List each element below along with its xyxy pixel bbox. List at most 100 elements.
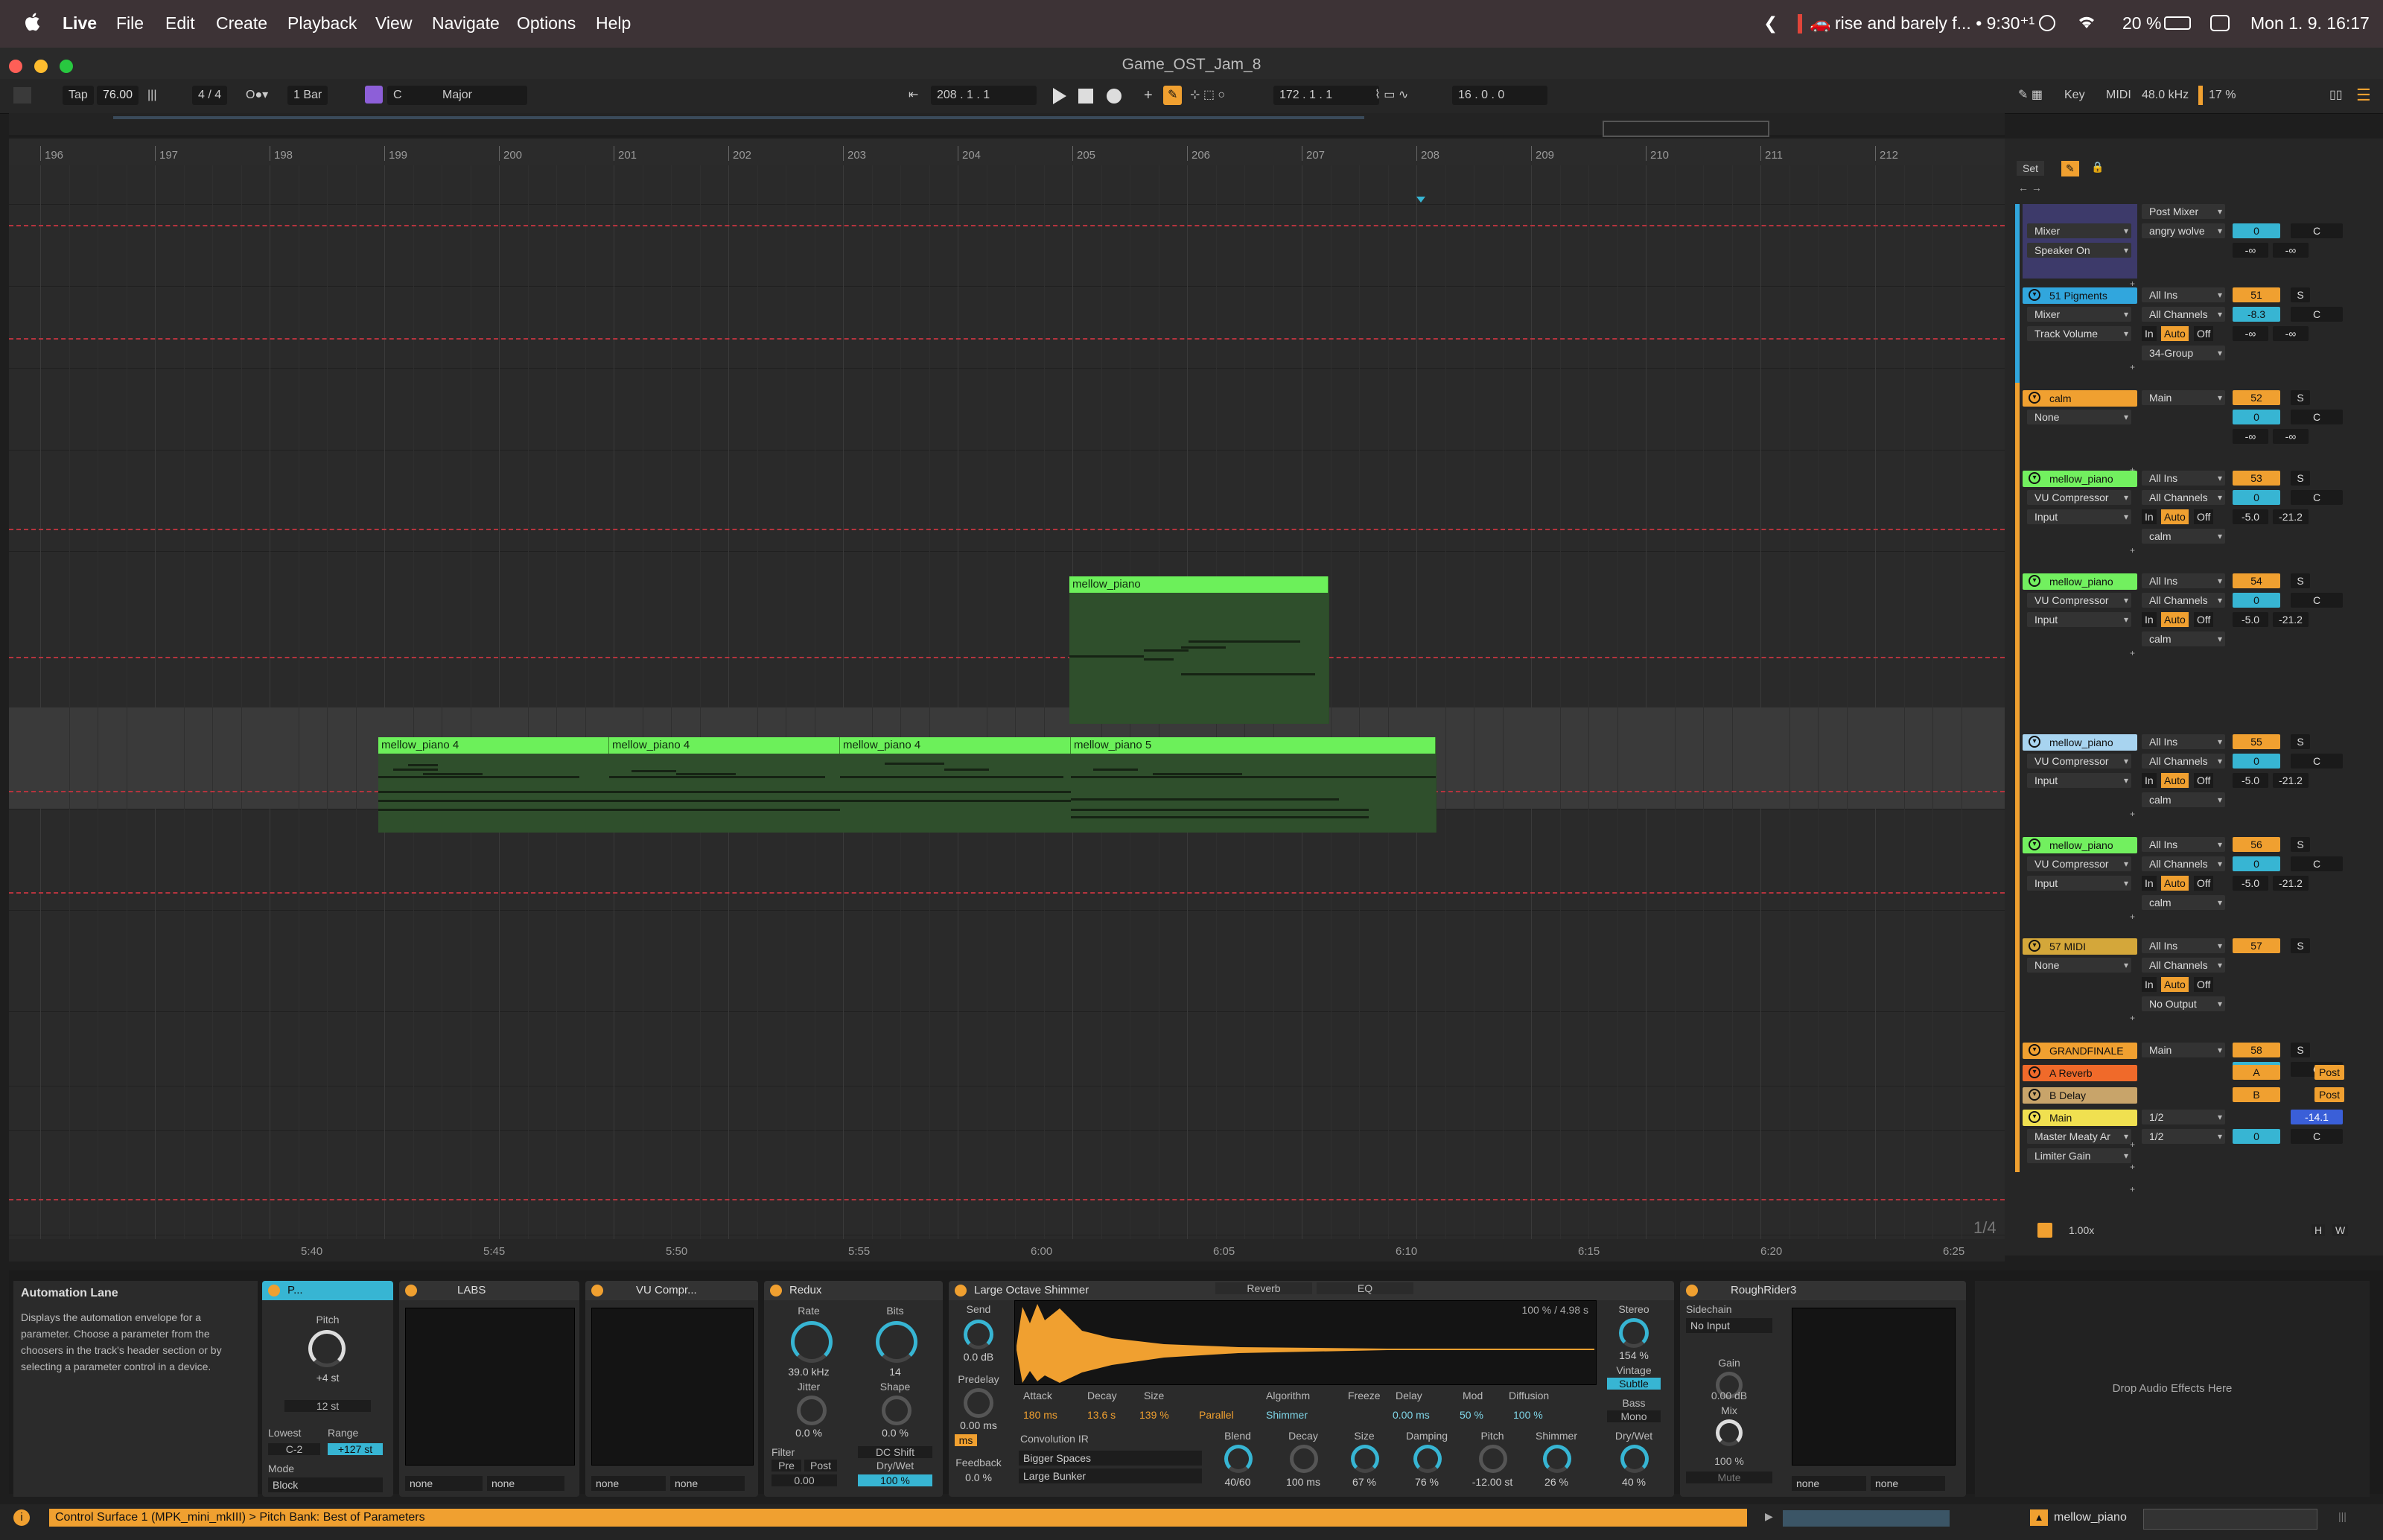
routing-input-dropdown[interactable]: All Ins (2142, 573, 2225, 588)
pan-field[interactable]: C (2291, 223, 2343, 238)
shimmer-knob[interactable] (1543, 1445, 1571, 1473)
add-icon[interactable]: + (2130, 279, 2137, 289)
pitch-knob[interactable] (1479, 1445, 1507, 1473)
bass-button[interactable]: Mono (1607, 1410, 1661, 1422)
device-pitch[interactable]: P... Pitch +4 st 12 st Lowest Range C-2 … (262, 1281, 393, 1497)
routing-input-dropdown[interactable]: All Ins (2142, 938, 2225, 953)
bar-number[interactable]: 200 (503, 149, 522, 162)
solo-button[interactable]: S (2291, 573, 2310, 588)
routing-channel-dropdown[interactable]: All Channels (2142, 958, 2225, 973)
input-monitor-auto-button[interactable]: Auto (2161, 977, 2189, 992)
bar-number[interactable]: 204 (962, 149, 981, 162)
bar-number[interactable]: 201 (618, 149, 637, 162)
input-monitor-in-button[interactable]: In (2142, 326, 2157, 341)
bar-number[interactable]: 211 (1765, 149, 1783, 162)
input-monitor-in-button[interactable]: In (2142, 773, 2157, 788)
key-map-button[interactable]: Key (2064, 86, 2085, 105)
solo-button[interactable]: S (2291, 734, 2310, 749)
routing-output-dropdown[interactable]: No Output (2142, 996, 2225, 1011)
follow-icon[interactable]: ⇤ (909, 86, 918, 105)
track-name[interactable]: ▾ mellow_piano (2023, 837, 2137, 853)
rate-knob[interactable] (791, 1321, 833, 1363)
track-device-dropdown[interactable]: Mixer (2027, 307, 2131, 322)
track-param-dropdown[interactable]: Input (2027, 876, 2131, 891)
add-icon[interactable]: + (2130, 362, 2137, 372)
automation-line[interactable] (9, 338, 2005, 340)
solo-button[interactable]: S (2291, 471, 2310, 486)
add-icon[interactable]: + (2130, 1184, 2137, 1194)
bar-number[interactable]: 206 (1192, 149, 1210, 162)
clip-header[interactable]: mellow_piano 5 (1071, 737, 1436, 754)
track-number[interactable]: 52 (2233, 390, 2280, 405)
automation-line[interactable] (9, 225, 2005, 226)
play-circle-icon[interactable] (2039, 15, 2055, 31)
draw-mode-toggle-icon[interactable]: ✎ (2061, 161, 2079, 176)
track-device-dropdown[interactable]: Master Meaty Ar (2027, 1129, 2131, 1144)
device-header[interactable]: Redux (764, 1281, 943, 1300)
volume-field[interactable]: 0 (2233, 490, 2280, 505)
track-name[interactable]: ▾ Main (2023, 1110, 2137, 1126)
send-knob[interactable] (964, 1320, 993, 1349)
now-playing-text[interactable]: rise and barely f... • 9:30⁺¹ (1835, 13, 2034, 34)
solo-button[interactable]: S (2291, 1043, 2310, 1057)
send-post-button[interactable]: Post (2314, 1065, 2344, 1080)
plugin-display[interactable] (405, 1308, 575, 1466)
zoom-icon[interactable] (2037, 1223, 2052, 1238)
bar-number[interactable]: 198 (274, 149, 293, 162)
routing-output-dropdown[interactable]: calm (2142, 792, 2225, 807)
h-button[interactable]: H (2312, 1224, 2326, 1236)
bar-number[interactable]: 202 (733, 149, 751, 162)
play-icon[interactable] (1051, 88, 1066, 107)
playhead-marker-icon[interactable] (1416, 197, 1425, 203)
bar-number[interactable]: 207 (1306, 149, 1325, 162)
track-param-dropdown[interactable]: Input (2027, 612, 2131, 627)
clock[interactable]: Mon 1. 9. 16:17 (2250, 13, 2370, 34)
arrangement-overview[interactable] (9, 113, 2005, 137)
fold-icon[interactable]: ▾ (2029, 575, 2040, 587)
fold-icon[interactable]: ▾ (2029, 1066, 2040, 1078)
device-redux[interactable]: Redux Rate 39.0 kHz Bits 14 Jitter 0.0 %… (764, 1281, 943, 1497)
time-mark[interactable]: 6:10 (1396, 1245, 1417, 1258)
time-mark[interactable]: 6:20 (1760, 1245, 1782, 1258)
ir-category-dropdown[interactable]: Bigger Spaces (1019, 1451, 1202, 1466)
post-button[interactable]: Post (804, 1460, 837, 1471)
device-header[interactable]: P... (262, 1281, 393, 1300)
time-mark[interactable]: 5:55 (848, 1245, 870, 1258)
track-lane-mellow-53[interactable] (9, 450, 2005, 552)
attack-value[interactable]: 180 ms (1023, 1409, 1057, 1421)
routing-channel-dropdown[interactable]: All Channels (2142, 593, 2225, 608)
mute-button[interactable]: Mute (1686, 1471, 1772, 1483)
pan-field[interactable]: C (2291, 490, 2343, 505)
device-power-icon[interactable] (268, 1285, 280, 1296)
automation-line[interactable] (9, 529, 2005, 530)
track-name[interactable]: ▾ mellow_piano (2023, 471, 2137, 487)
menu-help[interactable]: Help (596, 13, 631, 34)
chevron-left-icon[interactable]: ❮ (1763, 13, 1778, 34)
device-power-icon[interactable] (591, 1285, 603, 1296)
menu-navigate[interactable]: Navigate (432, 13, 500, 34)
bar-number[interactable]: 197 (159, 149, 178, 162)
fold-icon[interactable]: ▾ (2029, 1111, 2040, 1123)
decay-value[interactable]: 13.6 s (1087, 1409, 1116, 1421)
input-monitor-off-button[interactable]: Off (2194, 773, 2214, 788)
volume-field[interactable]: 0 (2233, 223, 2280, 238)
track-param-dropdown[interactable]: Input (2027, 773, 2131, 788)
parallel-dropdown[interactable]: Parallel (1199, 1409, 1234, 1421)
track-device-dropdown[interactable]: Mixer (2027, 223, 2131, 238)
clip-body[interactable] (1069, 593, 1329, 724)
device-power-icon[interactable] (405, 1285, 417, 1296)
time-signature-field[interactable]: 4 / 4 (192, 86, 228, 105)
time-mark[interactable]: 6:15 (1578, 1245, 1600, 1258)
device-header[interactable]: RoughRider3 (1680, 1281, 1966, 1300)
track-name[interactable]: ▾ B Delay (2023, 1087, 2137, 1104)
track-name[interactable]: ▾ GRANDFINALE (2023, 1043, 2137, 1059)
input-monitor-auto-button[interactable]: Auto (2161, 773, 2189, 788)
track-lane-pigments[interactable] (9, 286, 2005, 369)
fold-icon[interactable]: ▾ (2029, 289, 2040, 301)
volume-field[interactable]: 0 (2233, 754, 2280, 769)
tap-tempo-button[interactable]: Tap (63, 86, 94, 105)
send-post-button[interactable]: Post (2314, 1087, 2344, 1102)
pan-field[interactable]: C (2291, 307, 2343, 322)
track-lane-midi-57[interactable] (9, 910, 2005, 1012)
midi-map-button[interactable]: MIDI (2106, 86, 2131, 105)
